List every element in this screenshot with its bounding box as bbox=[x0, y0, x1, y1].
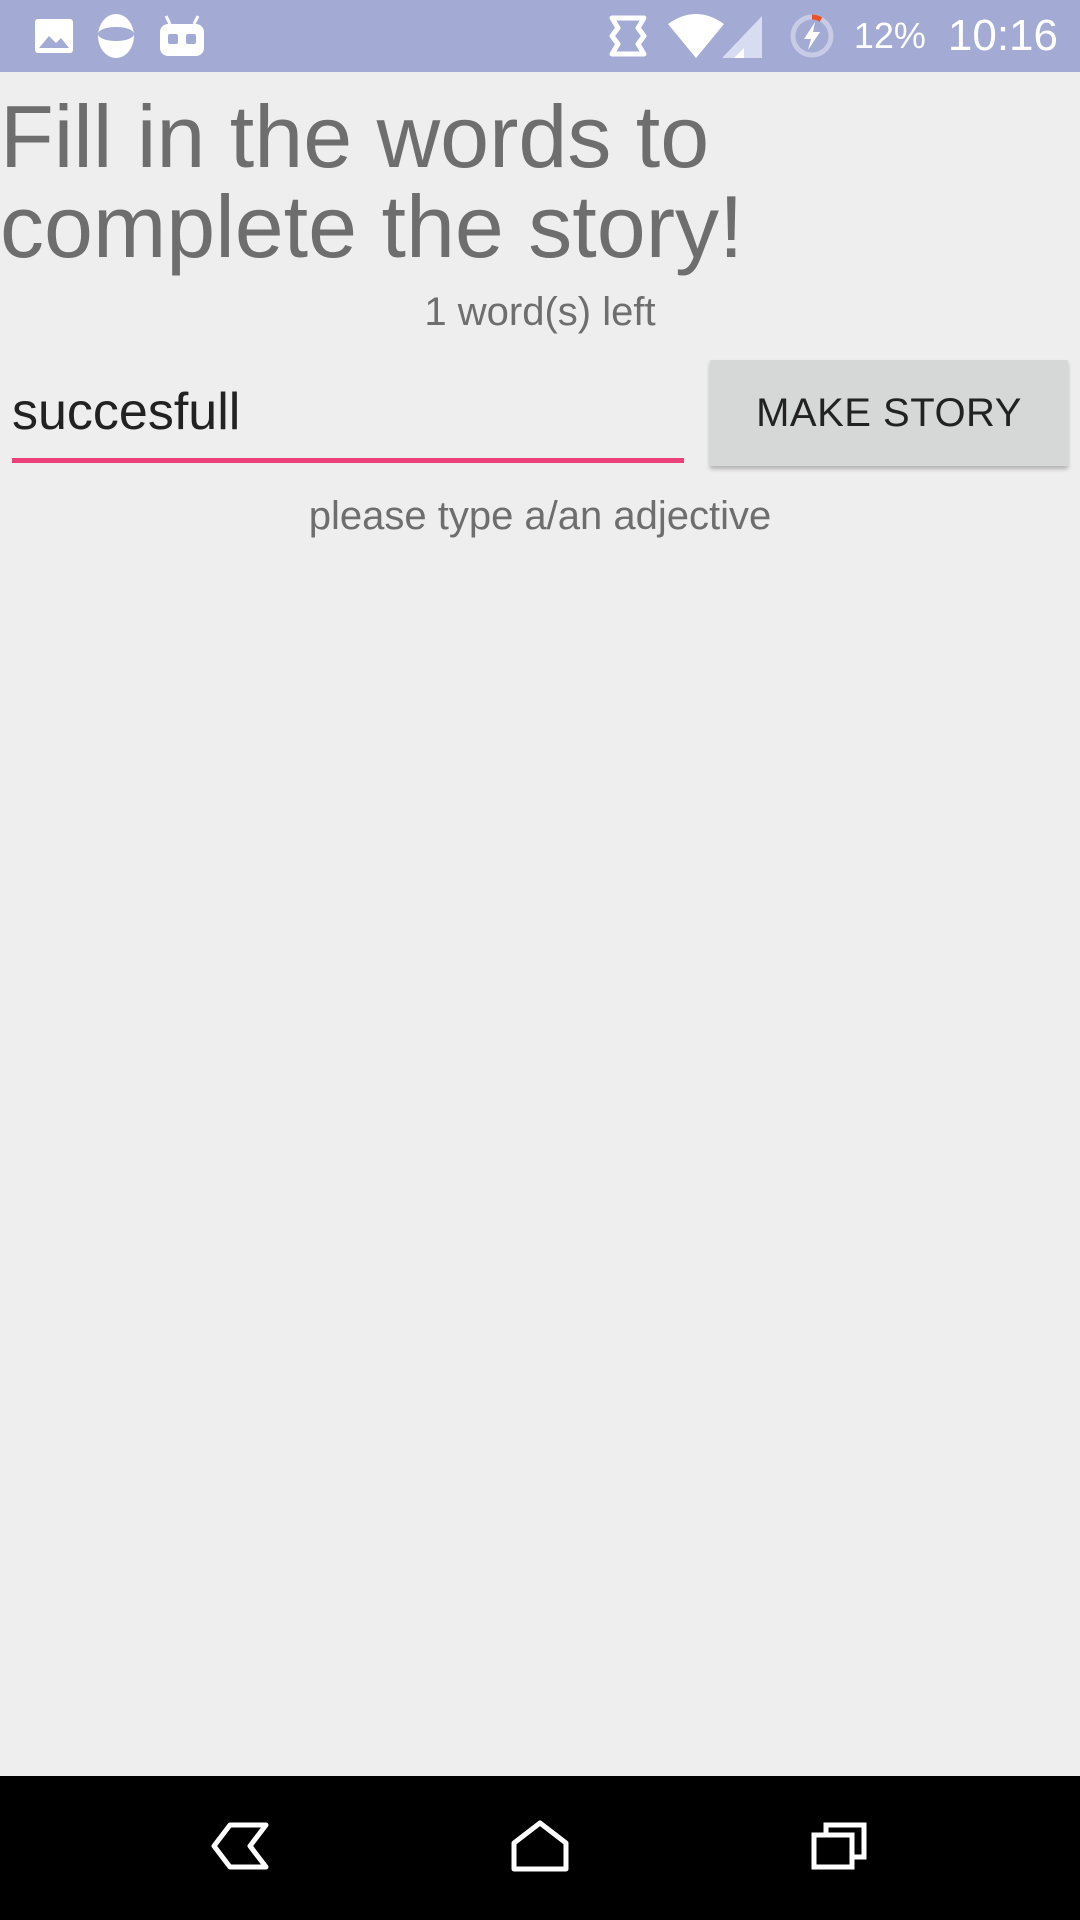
recents-icon bbox=[810, 1821, 870, 1876]
battery-percent: 12% bbox=[853, 15, 926, 56]
android-robot-icon bbox=[158, 14, 206, 58]
word-type-prompt: please type a/an adjective bbox=[308, 494, 772, 538]
wifi-icon bbox=[666, 12, 726, 60]
status-system: 12% 10:16 bbox=[608, 0, 1058, 72]
battery-charging-icon bbox=[788, 12, 836, 60]
back-icon bbox=[210, 1821, 270, 1876]
back-button[interactable] bbox=[160, 1776, 320, 1920]
word-input-container bbox=[12, 372, 684, 463]
status-bar: 12% 10:16 bbox=[0, 0, 1080, 72]
make-story-button[interactable]: MAKE STORY bbox=[710, 360, 1068, 466]
cyanogen-icon bbox=[96, 12, 136, 60]
image-icon bbox=[34, 16, 74, 56]
navigation-bar bbox=[0, 1776, 1080, 1920]
signal-icon bbox=[720, 12, 764, 60]
home-button[interactable] bbox=[460, 1776, 620, 1920]
home-icon bbox=[510, 1819, 570, 1878]
words-left-counter: 1 word(s) left bbox=[424, 290, 656, 334]
nfc-icon bbox=[608, 14, 648, 58]
recents-button[interactable] bbox=[760, 1776, 920, 1920]
page-title: Fill in the words to complete the story! bbox=[0, 87, 744, 276]
status-notifications bbox=[34, 12, 206, 60]
clock: 10:16 bbox=[947, 11, 1058, 60]
word-input[interactable] bbox=[12, 372, 684, 452]
